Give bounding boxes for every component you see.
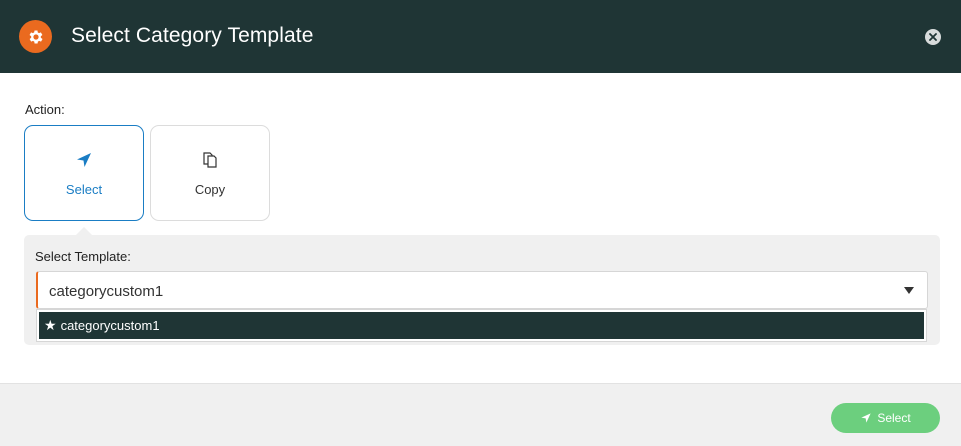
dialog-footer: Select	[0, 383, 961, 446]
action-copy-option[interactable]: Copy	[150, 125, 270, 221]
dialog-title: Select Category Template	[71, 24, 314, 47]
gear-icon	[19, 20, 52, 53]
template-label: Select Template:	[35, 249, 131, 264]
template-select-value: categorycustom1	[49, 283, 164, 300]
star-icon: ★	[44, 317, 57, 333]
template-dropdown: ★ categorycustom1	[36, 309, 927, 342]
dropdown-option[interactable]: ★ categorycustom1	[39, 312, 924, 339]
template-select[interactable]: categorycustom1	[36, 271, 928, 309]
action-label: Action:	[25, 102, 65, 117]
copy-icon	[200, 150, 220, 170]
close-icon[interactable]	[925, 29, 941, 45]
dialog-header: Select Category Template	[0, 0, 961, 73]
action-select-label: Select	[65, 182, 103, 197]
panel-pointer	[76, 227, 92, 235]
send-icon	[75, 150, 93, 170]
select-button-label: Select	[877, 411, 911, 425]
caret-down-icon	[904, 287, 914, 294]
action-copy-label: Copy	[194, 182, 226, 197]
select-button[interactable]: Select	[831, 403, 940, 433]
action-select-option[interactable]: Select	[24, 125, 144, 221]
dropdown-option-label: categorycustom1	[60, 318, 160, 333]
send-icon	[861, 413, 871, 423]
